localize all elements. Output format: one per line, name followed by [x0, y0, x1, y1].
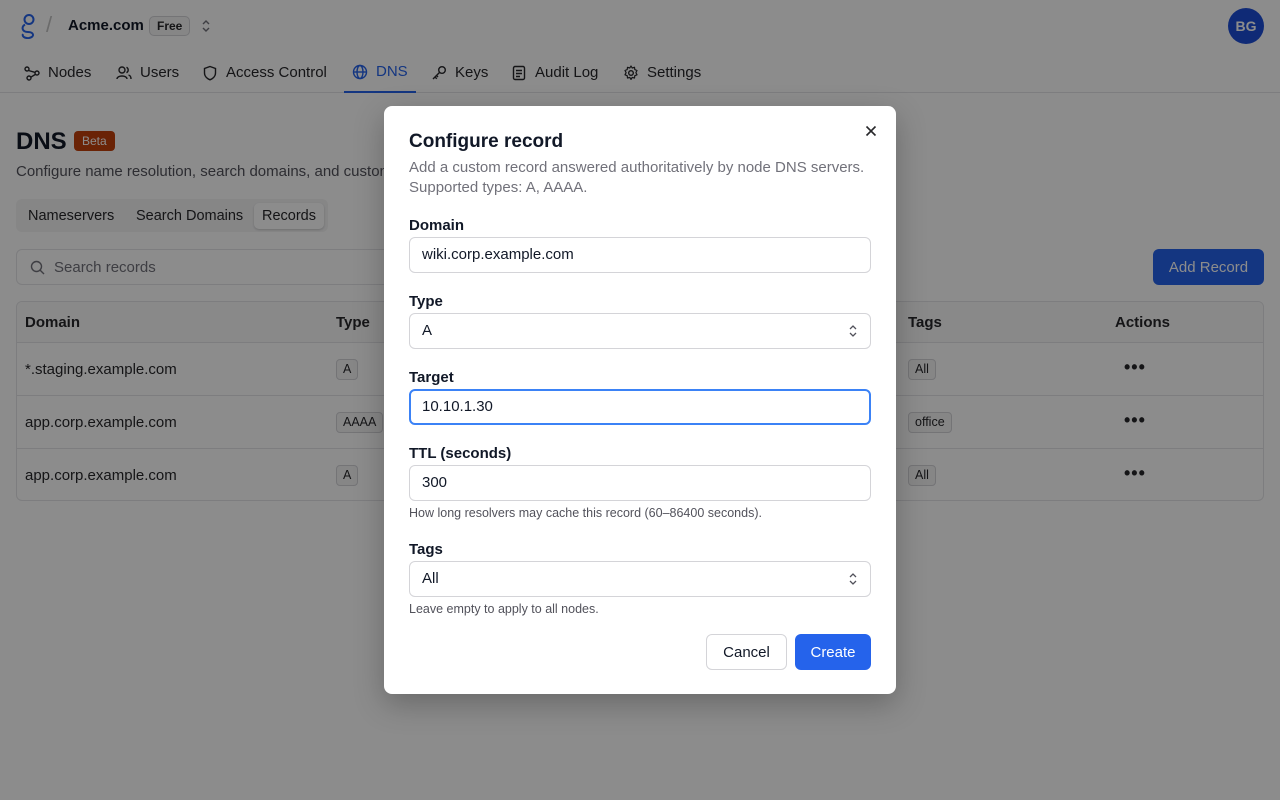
ttl-hint: How long resolvers may cache this record…: [409, 506, 762, 520]
close-icon[interactable]: [863, 123, 879, 139]
type-select[interactable]: A: [409, 313, 871, 349]
target-label: Target: [409, 369, 454, 386]
dialog-title: Configure record: [409, 131, 564, 152]
domain-field[interactable]: wiki.corp.example.com: [409, 237, 871, 273]
domain-label: Domain: [409, 217, 465, 234]
type-label: Type: [409, 293, 443, 310]
cancel-button[interactable]: Cancel: [706, 634, 787, 670]
ttl-field[interactable]: 300: [409, 465, 871, 501]
tags-select-value: All: [422, 570, 439, 587]
dialog-description: Add a custom record answered authoritati…: [409, 159, 865, 196]
tags-hint: Leave empty to apply to all nodes.: [409, 602, 599, 616]
create-button[interactable]: Create: [795, 634, 871, 670]
ttl-label: TTL (seconds): [409, 445, 512, 462]
tags-select[interactable]: All: [409, 561, 871, 597]
type-select-value: A: [422, 322, 433, 339]
target-field[interactable]: 10.10.1.30: [409, 389, 871, 425]
chevron-up-down-icon: [849, 573, 857, 585]
configure-record-dialog: Configure record Add a custom record ans…: [384, 106, 896, 694]
tags-label: Tags: [409, 541, 443, 558]
chevron-up-down-icon: [849, 325, 857, 337]
